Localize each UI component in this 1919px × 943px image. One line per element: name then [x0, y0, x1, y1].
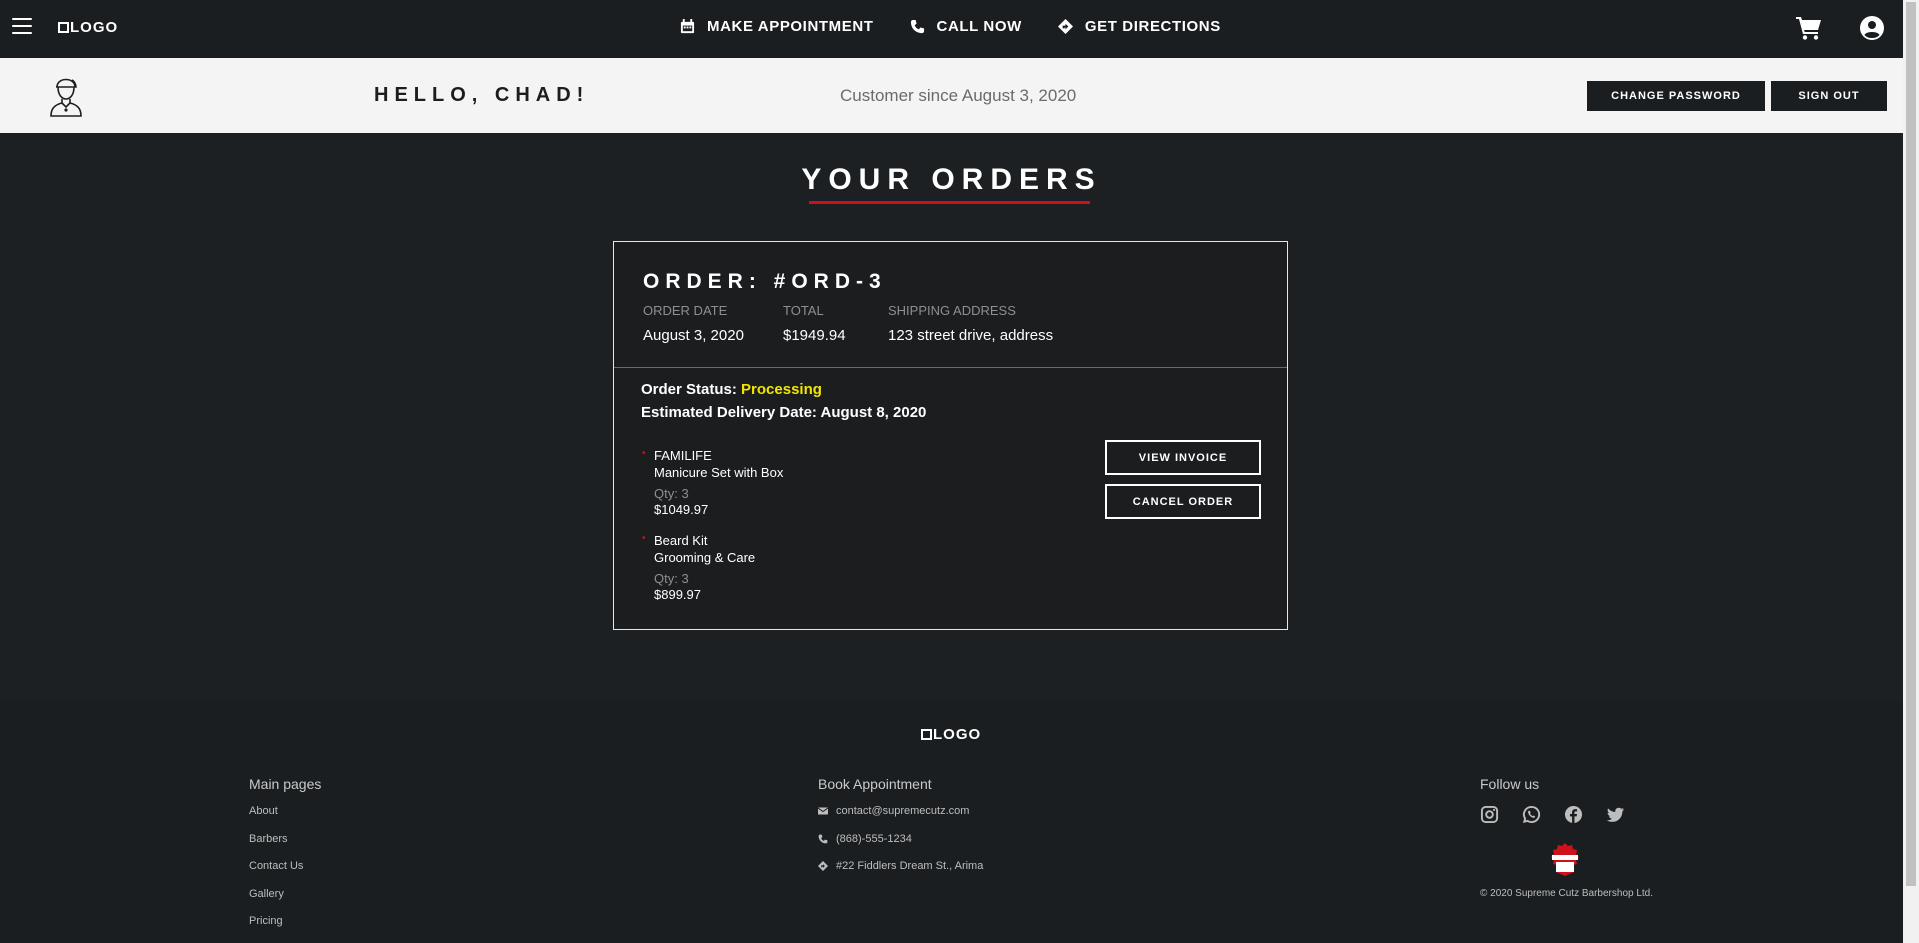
item-name: Beard Kit: [654, 533, 708, 548]
calendar-icon: [680, 19, 695, 34]
facebook-icon[interactable]: [1564, 805, 1583, 824]
top-navbar: LOGO MAKE APPOINTMENT CALL NOW GET DIREC…: [0, 0, 1903, 58]
page-title: YOUR ORDERS: [801, 163, 1102, 196]
cancel-order-button[interactable]: CANCEL ORDER: [1105, 484, 1261, 519]
avatar-icon: [50, 78, 82, 117]
item-price: $1049.97: [654, 502, 709, 517]
hamburger-menu-icon[interactable]: [12, 18, 32, 36]
order-header: ORDER: #ORD-3 ORDER DATE August 3, 2020 …: [614, 242, 1287, 368]
footer-link-gallery[interactable]: Gallery: [249, 888, 303, 916]
phone-icon: [910, 19, 924, 34]
order-id: ORDER: #ORD-3: [643, 270, 887, 293]
contact-email[interactable]: contact@supremecutz.com: [818, 805, 983, 833]
footer-logo-text: LOGO: [933, 726, 982, 743]
order-date-value: August 3, 2020: [643, 327, 744, 344]
estimated-delivery: Estimated Delivery Date: August 8, 2020: [641, 404, 927, 421]
twitter-icon[interactable]: [1606, 805, 1625, 824]
contact-address[interactable]: #22 Fiddlers Dream St., Arima: [818, 860, 983, 888]
envelope-icon: [818, 807, 828, 815]
social-links: [1480, 805, 1625, 824]
scrollbar-thumb[interactable]: [1906, 2, 1916, 886]
item-name: FAMILIFE: [654, 448, 712, 463]
footer-link-pricing[interactable]: Pricing: [249, 915, 303, 943]
proudly-tt-badge-icon: [1551, 843, 1579, 876]
follow-us-title: Follow us: [1480, 776, 1540, 792]
nav-links: MAKE APPOINTMENT CALL NOW GET DIRECTIONS: [680, 18, 1221, 35]
item-price: $899.97: [654, 587, 701, 602]
footer-link-contact-us[interactable]: Contact Us: [249, 860, 303, 888]
book-appointment-title: Book Appointment: [818, 776, 932, 792]
greeting: HELLO, CHAD!: [374, 84, 590, 106]
order-total: TOTAL $1949.94: [783, 303, 846, 344]
order-status: Order Status: Processing: [641, 381, 822, 398]
order-date: ORDER DATE August 3, 2020: [643, 303, 744, 344]
nav-get-directions[interactable]: GET DIRECTIONS: [1057, 18, 1221, 35]
list-item: • Beard Kit Grooming & Care Qty: 3 $899.…: [642, 533, 756, 602]
directions-icon: [818, 861, 828, 871]
phone-icon: [818, 834, 828, 843]
logo[interactable]: LOGO: [58, 19, 118, 36]
contact-list: contact@supremecutz.com (868)-555-1234 #…: [818, 805, 983, 888]
contact-address-text: #22 Fiddlers Dream St., Arima: [836, 860, 984, 872]
bullet-icon: •: [642, 448, 646, 459]
footer-logo[interactable]: LOGO: [921, 726, 981, 743]
footer-link-barbers[interactable]: Barbers: [249, 833, 303, 861]
shipping-address: SHIPPING ADDRESS 123 street drive, addre…: [888, 303, 1053, 344]
orders-section: YOUR ORDERS ORDER: #ORD-3 ORDER DATE Aug…: [0, 133, 1903, 701]
instagram-icon[interactable]: [1480, 805, 1499, 824]
order-total-value: $1949.94: [783, 327, 846, 344]
footer-link-about[interactable]: About: [249, 805, 303, 833]
order-date-label: ORDER DATE: [643, 303, 728, 318]
whatsapp-icon[interactable]: [1522, 805, 1541, 824]
nav-make-appointment[interactable]: MAKE APPOINTMENT: [680, 18, 874, 35]
shipping-address-label: SHIPPING ADDRESS: [888, 303, 1016, 318]
user-circle-icon[interactable]: [1860, 16, 1884, 40]
item-desc: Grooming & Care: [654, 550, 756, 565]
shipping-address-value: 123 street drive, address: [888, 327, 1054, 344]
order-card: ORDER: #ORD-3 ORDER DATE August 3, 2020 …: [613, 241, 1288, 630]
item-qty: Qty: 3: [654, 486, 689, 501]
nav-make-appointment-label: MAKE APPOINTMENT: [707, 18, 874, 35]
cart-icon[interactable]: [1796, 16, 1822, 40]
main-pages-title: Main pages: [249, 776, 322, 792]
logo-text: LOGO: [70, 19, 119, 36]
order-status-label: Order Status:: [641, 381, 742, 398]
order-total-label: TOTAL: [783, 303, 824, 318]
contact-phone[interactable]: (868)-555-1234: [818, 833, 983, 861]
item-desc: Manicure Set with Box: [654, 465, 784, 480]
main-pages-list: About Barbers Contact Us Gallery Pricing: [249, 805, 303, 943]
view-invoice-button[interactable]: VIEW INVOICE: [1105, 440, 1261, 475]
customer-since: Customer since August 3, 2020: [840, 86, 1077, 105]
profile-header: HELLO, CHAD! Customer since August 3, 20…: [0, 58, 1903, 133]
contact-email-text: contact@supremecutz.com: [836, 805, 970, 817]
nav-get-directions-label: GET DIRECTIONS: [1084, 18, 1221, 35]
title-underline: [809, 201, 1090, 204]
scrollbar[interactable]: [1903, 0, 1919, 943]
bullet-icon: •: [642, 533, 646, 544]
contact-phone-text: (868)-555-1234: [836, 832, 912, 845]
footer: LOGO Main pages About Barbers Contact Us…: [0, 701, 1903, 943]
nav-call-now-label: CALL NOW: [936, 18, 1022, 35]
change-password-button[interactable]: CHANGE PASSWORD: [1587, 81, 1765, 111]
status-badge: Processing: [741, 381, 822, 398]
nav-call-now[interactable]: CALL NOW: [910, 18, 1022, 35]
directions-icon: [1057, 19, 1073, 34]
sign-out-button[interactable]: SIGN OUT: [1771, 81, 1887, 111]
list-item: • FAMILIFE Manicure Set with Box Qty: 3 …: [642, 448, 784, 517]
item-qty: Qty: 3: [654, 571, 689, 586]
copyright: © 2020 Supreme Cutz Barbershop Ltd.: [1480, 888, 1654, 899]
